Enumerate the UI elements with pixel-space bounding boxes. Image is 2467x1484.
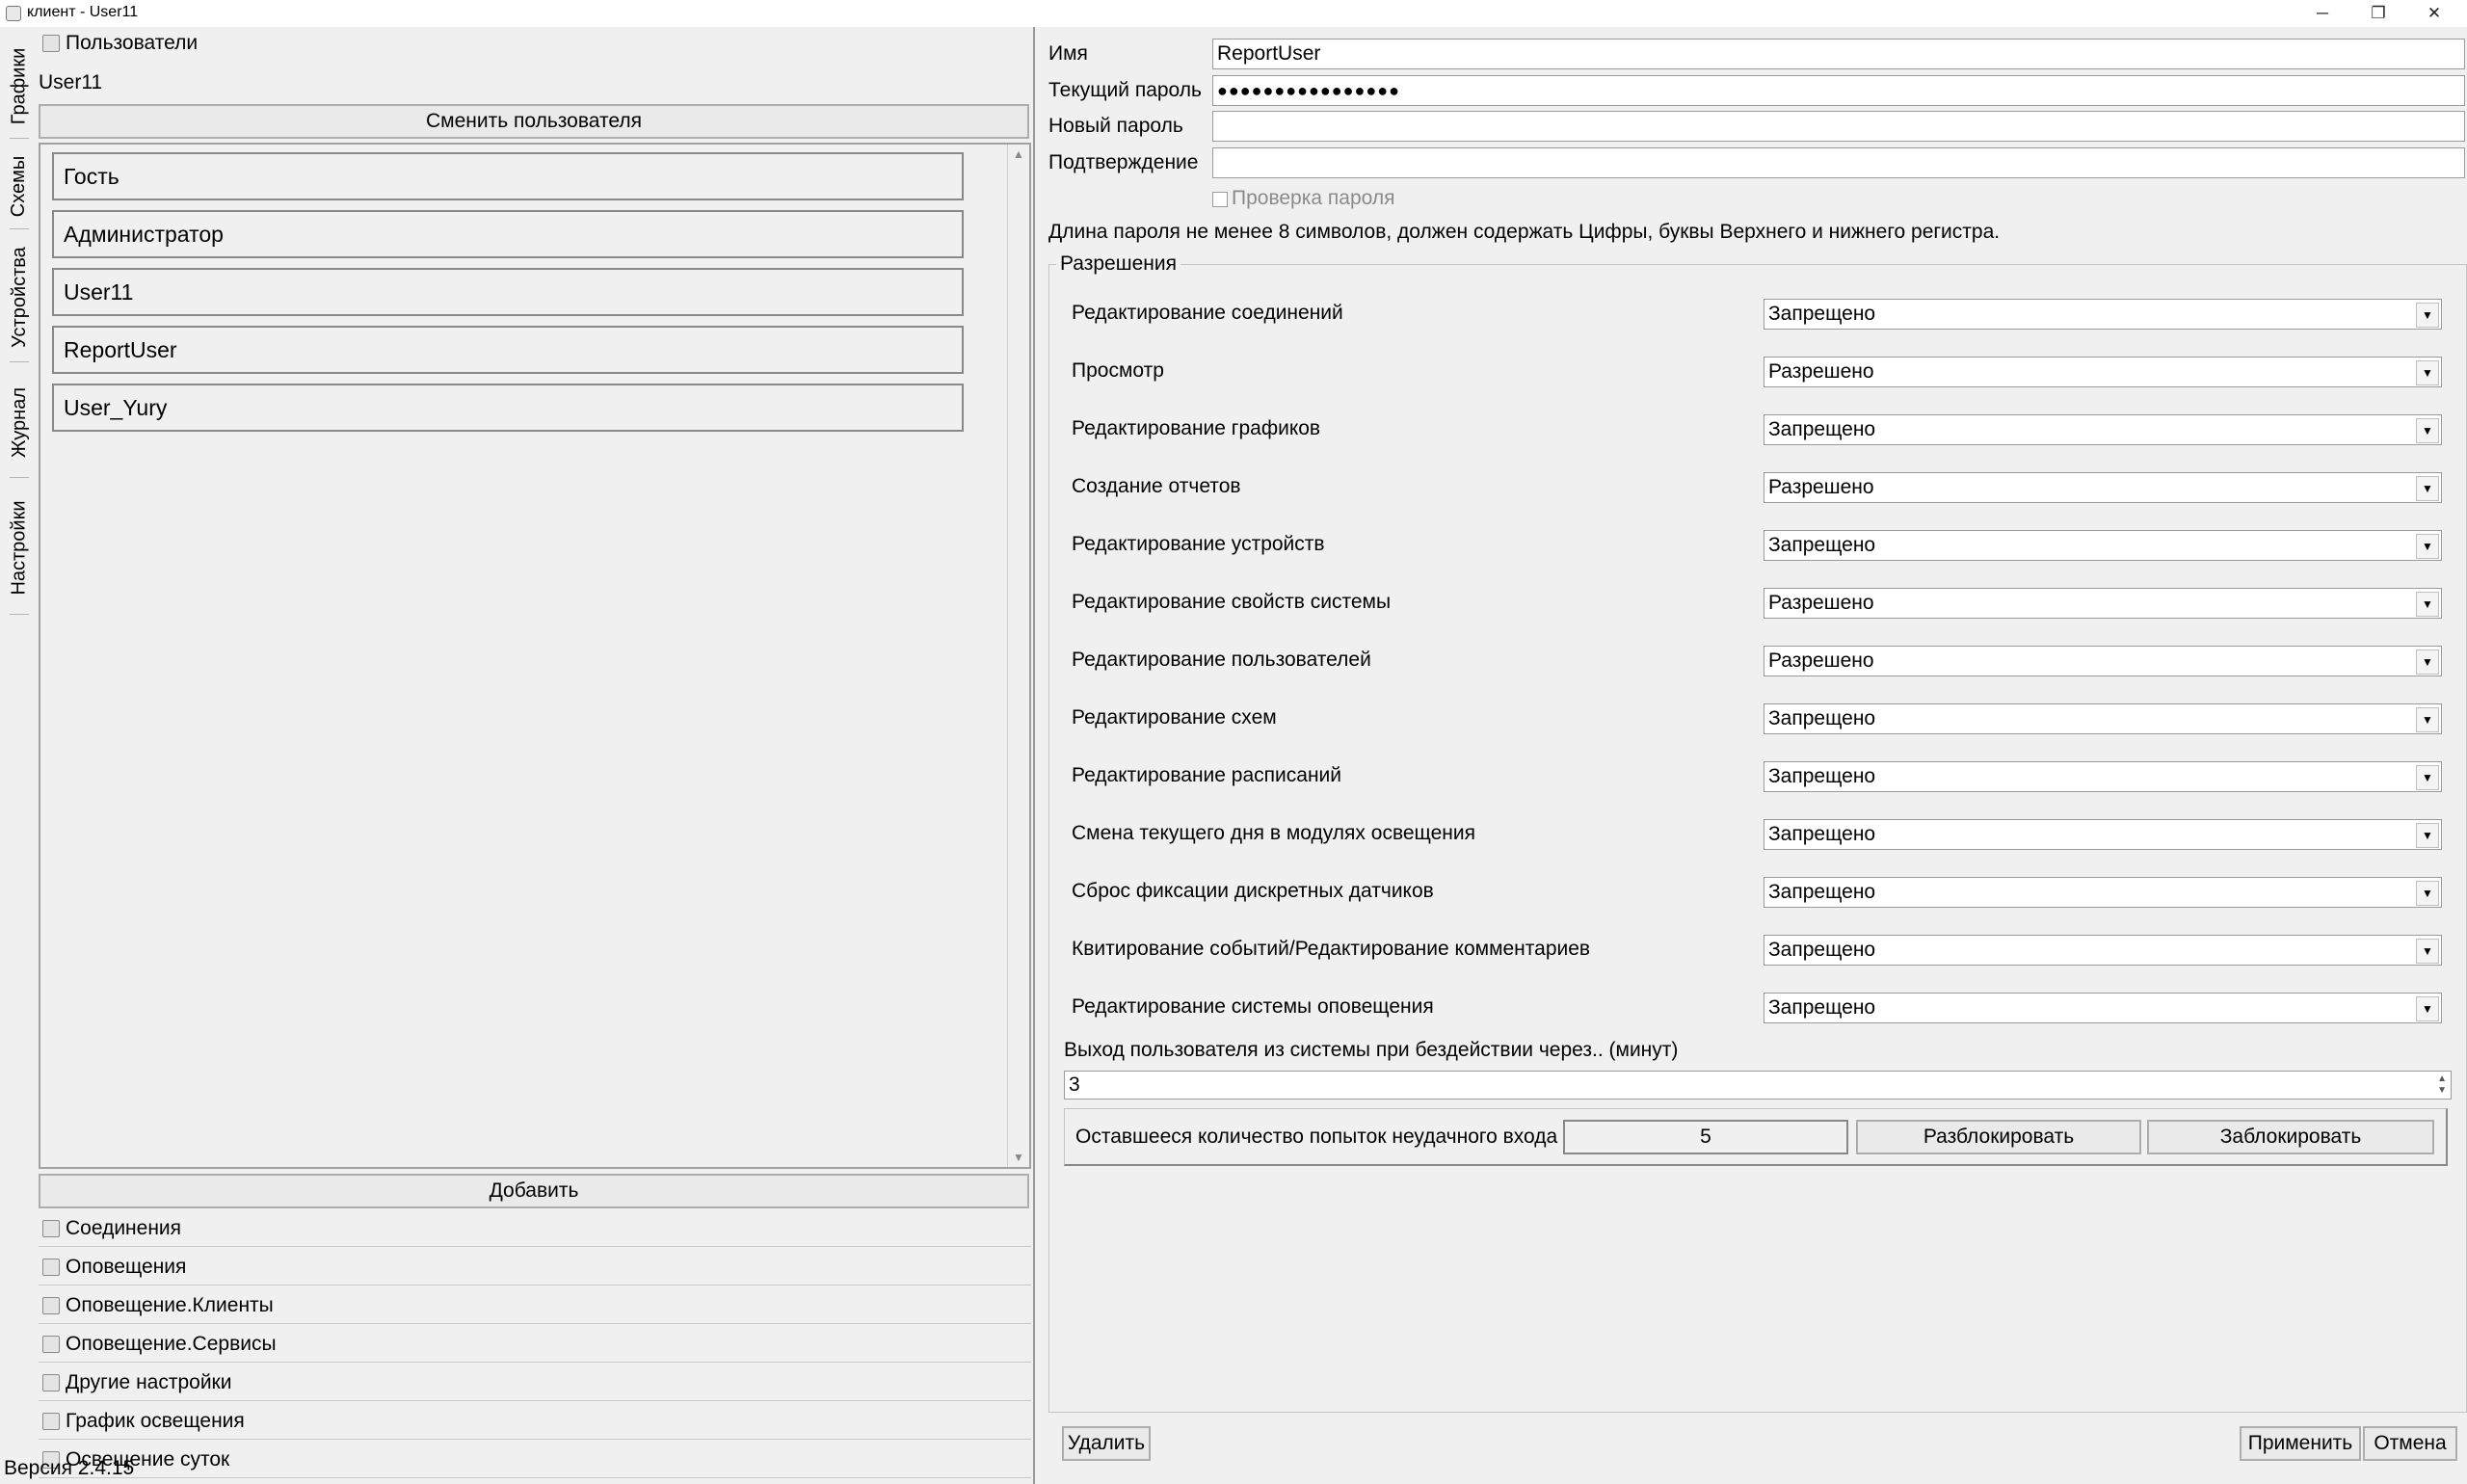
chevron-down-icon: ▼ [2416,360,2439,385]
section-day-lighting[interactable]: Освещение суток [39,1442,1031,1478]
chevron-down-icon: ▼ [2416,534,2439,559]
close-button[interactable]: ✕ [2407,0,2461,27]
user-list-scrollbar[interactable]: ▲ ▼ [1007,145,1029,1167]
maximize-button[interactable]: ❐ [2351,0,2405,27]
section-lighting-schedule[interactable]: График освещения [39,1403,1031,1440]
window-title: клиент - User11 [27,4,139,20]
perm-label-schemes: Редактирование схем [1072,706,1277,729]
tab-journal[interactable]: Журнал [4,366,35,478]
perm-label-graphs: Редактирование графиков [1072,417,1321,439]
spinner-arrows-icon[interactable]: ▲ ▼ [2437,1073,2447,1097]
chevron-down-icon: ▼ [2416,765,2439,790]
mail-icon [42,1335,60,1353]
perm-label-acknowledge: Квитирование событий/Редактирование комм… [1072,938,1591,960]
scroll-up-icon[interactable]: ▲ [1008,145,1029,164]
perm-select-view[interactable]: Разрешено ▼ [1764,357,2442,387]
chevron-down-icon: ▼ [2416,592,2439,617]
perm-select-reports[interactable]: Разрешено ▼ [1764,472,2442,503]
perm-label-schedules: Редактирование расписаний [1072,764,1342,786]
chevron-down-icon: ▼ [2416,303,2439,328]
chevron-down-icon: ▼ [2416,707,2439,732]
section-notifications[interactable]: Оповещения [39,1249,1031,1285]
minimize-button[interactable]: ─ [2295,0,2349,27]
section-connections[interactable]: Соединения [39,1210,1031,1247]
chevron-down-icon: ▼ [2416,939,2439,964]
tab-schemes[interactable]: Схемы [4,143,35,229]
cancel-button[interactable]: Отмена [2363,1426,2457,1461]
tab-graphs[interactable]: Графики [4,33,35,139]
user-details-panel: Имя ReportUser Текущий пароль ●●●●●●●●●●… [1033,27,2467,1484]
version-label: Версия 2.4.15 [4,1457,135,1479]
scroll-down-icon[interactable]: ▼ [1008,1148,1029,1167]
perm-select-system-props[interactable]: Разрешено ▼ [1764,588,2442,619]
user-item-reportuser[interactable]: ReportUser [52,326,964,374]
chevron-down-icon: ▼ [2416,881,2439,906]
permissions-list: Редактирование соединений Запрещено ▼ Про… [1048,27,2465,1087]
logout-timeout-field[interactable]: 3 ▲ ▼ [1064,1071,2452,1100]
perm-select-schedules[interactable]: Запрещено ▼ [1764,761,2442,792]
apply-button[interactable]: Применить [2240,1426,2361,1461]
user-item-guest[interactable]: Гость [52,152,964,200]
users-section-header[interactable]: Пользователи [39,29,1031,58]
perm-select-graphs[interactable]: Запрещено ▼ [1764,414,2442,445]
perm-select-sensor-reset[interactable]: Запрещено ▼ [1764,877,2442,908]
current-user-label: User11 [39,71,103,93]
user-list[interactable]: Гость Администратор User11 ReportUser Us… [39,143,1031,1169]
chevron-down-icon: ▼ [2416,996,2439,1021]
notifications-icon [42,1258,60,1276]
perm-label-sensor-reset: Сброс фиксации дискретных датчиков [1072,880,1434,902]
logout-timeout-label: Выход пользователя из системы при бездей… [1064,1039,1679,1061]
perm-label-view: Просмотр [1072,359,1164,382]
tab-devices[interactable]: Устройства [4,231,35,362]
user-item-administrator[interactable]: Администратор [52,210,964,258]
perm-select-acknowledge[interactable]: Запрещено ▼ [1764,935,2442,966]
clients-icon [42,1296,60,1314]
user-item-user-yury[interactable]: User_Yury [52,384,964,432]
chevron-down-icon: ▼ [2416,476,2439,501]
lock-button[interactable]: Заблокировать [2147,1120,2434,1154]
change-user-button[interactable]: Сменить пользователя [39,104,1029,139]
connections-icon [42,1219,60,1237]
chevron-down-icon: ▼ [2416,418,2439,443]
section-other-settings[interactable]: Другие настройки [39,1365,1031,1401]
gear-icon [42,1373,60,1391]
tab-settings[interactable]: Настройки [4,480,35,615]
perm-label-system-props: Редактирование свойств системы [1072,591,1392,613]
perm-label-users: Редактирование пользователей [1072,649,1371,671]
app-icon [6,6,21,21]
delete-button[interactable]: Удалить [1062,1426,1151,1461]
unlock-button[interactable]: Разблокировать [1856,1120,2141,1154]
vertical-tab-bar: Графики Схемы Устройства Журнал Настройк… [0,27,39,1484]
perm-label-devices: Редактирование устройств [1072,533,1325,555]
section-notification-services[interactable]: Оповещение.Сервисы [39,1326,1031,1363]
perm-label-notification-system: Редактирование системы оповещения [1072,995,1434,1018]
perm-label-connections: Редактирование соединений [1072,302,1343,324]
attempts-label: Оставшееся количество попыток неудачного… [1075,1126,1558,1148]
title-bar: клиент - User11 ─ ❐ ✕ [0,0,2467,27]
perm-select-day-change[interactable]: Запрещено ▼ [1764,819,2442,850]
perm-select-users[interactable]: Разрешено ▼ [1764,646,2442,676]
users-panel: Пользователи User11 Сменить пользователя… [39,27,1033,1484]
user-item-user11[interactable]: User11 [52,268,964,316]
section-notification-clients[interactable]: Оповещение.Клиенты [39,1287,1031,1324]
perm-select-notification-system[interactable]: Запрещено ▼ [1764,993,2442,1023]
perm-select-devices[interactable]: Запрещено ▼ [1764,530,2442,561]
perm-label-reports: Создание отчетов [1072,475,1241,497]
calendar-icon [42,1412,60,1430]
perm-select-connections[interactable]: Запрещено ▼ [1764,299,2442,330]
chevron-down-icon: ▼ [2416,823,2439,848]
perm-select-schemes[interactable]: Запрещено ▼ [1764,703,2442,734]
add-user-button[interactable]: Добавить [39,1174,1029,1208]
chevron-down-icon: ▼ [2416,649,2439,675]
attempts-value: 5 [1563,1120,1848,1154]
perm-label-day-change: Смена текущего дня в модулях освещения [1072,822,1475,844]
users-icon [42,35,60,52]
